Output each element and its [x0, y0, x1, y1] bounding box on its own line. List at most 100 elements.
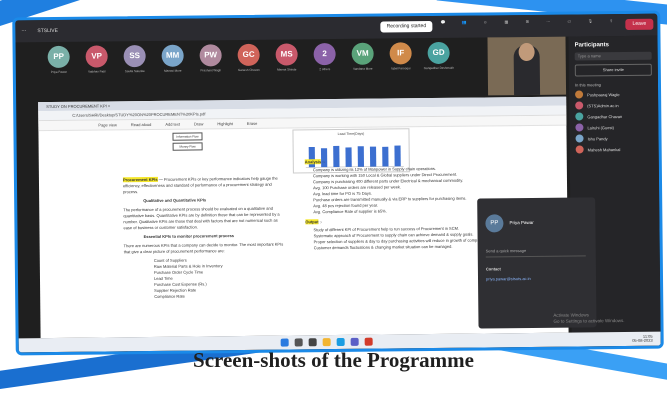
pdf-tool-button[interactable]: Read aloud	[131, 122, 152, 127]
avatar: MS	[275, 43, 298, 66]
pdf-tool-button[interactable]: Highlight	[217, 121, 233, 126]
participant-row[interactable]: Lalruhi (Guest)	[575, 123, 652, 132]
search-icon[interactable]	[294, 338, 303, 347]
avatar: VP	[85, 45, 108, 68]
participant-row-name: Mahesh Mahankal	[587, 146, 621, 152]
flow-box: Money Flow	[172, 142, 203, 151]
avatar: 2	[313, 43, 336, 66]
clock-date: 05-08-2023	[632, 337, 653, 343]
kpi-heading: Procurement KPIs	[122, 176, 158, 183]
watermark-line: Go to Settings to activate Windows.	[553, 318, 625, 324]
share-invite-button[interactable]: Share invite	[574, 63, 652, 77]
paragraph: There are numerous KPIs that a company c…	[123, 241, 284, 255]
panel-title: Participants	[574, 42, 609, 49]
participant-tile[interactable]: PW Prashant Wagh	[196, 44, 226, 72]
right-column: Analysis :- Company is utilizing its 12%…	[304, 157, 507, 329]
participant-name: Savita Salunke	[124, 69, 145, 74]
contact-name: Priya Pawar	[509, 219, 534, 226]
participant-tile[interactable]: PP Priya Pawar	[44, 45, 74, 75]
participant-name: Priya Pawar	[50, 69, 67, 75]
participant-row[interactable]: Mahesh Mahankal	[575, 145, 653, 154]
participant-search-input[interactable]: Type a name	[574, 51, 652, 61]
participant-tile[interactable]: IF Iqbal Farooqui	[386, 42, 416, 70]
analysis-heading: Analysis	[304, 159, 322, 165]
participant-tile[interactable]: GC Ganesh Chavan	[234, 43, 264, 73]
edge-icon[interactable]	[336, 337, 345, 347]
output-list: Study of different KPI of Procurement he…	[305, 225, 505, 251]
pdf-tool-button[interactable]: Add text	[165, 122, 180, 127]
people-icon[interactable]: 👥	[458, 20, 470, 34]
participant-row[interactable]: Pushpaaraj Wagle	[575, 90, 652, 99]
quick-message-input[interactable]: Send a quick message	[485, 247, 586, 258]
activate-windows-watermark: Activate Windows Go to Settings to activ…	[553, 312, 624, 325]
mic-icon[interactable]: 🎙	[584, 18, 596, 32]
avatar: PP	[47, 45, 70, 69]
participant-avatar	[575, 112, 584, 121]
pdf-tool-button[interactable]: Erase	[247, 121, 258, 126]
leave-button[interactable]: Leave	[625, 18, 654, 30]
pdf-icon[interactable]	[364, 337, 373, 346]
caption: Screen-shots of the Programme	[193, 348, 474, 372]
flow-diagram: Information Flow Money Flow	[172, 130, 203, 152]
participant-tile[interactable]: VM Vandana More	[348, 42, 378, 71]
participant-name: Vandana More	[353, 66, 373, 71]
presenter-video	[487, 36, 567, 96]
flow-box: Information Flow	[172, 132, 203, 141]
participant-tile[interactable]: MM Manasi More	[158, 44, 188, 73]
participant-avatar	[575, 123, 584, 132]
participant-name: Prashant Wagh	[200, 68, 222, 73]
participant-tile[interactable]: 22 others	[310, 43, 340, 71]
participant-name: Ganesh Chavan	[237, 67, 260, 73]
participant-name: Manasi More	[164, 68, 182, 73]
recording-button[interactable]: Recording started	[380, 21, 433, 33]
participant-row-name: Ishu Pandy	[587, 135, 608, 141]
list-item: Compliance Rate	[154, 293, 185, 299]
panel-section-label: In this meeting	[574, 82, 602, 88]
screenshot: ⋯ STSLIVE Recording started 💬 👥 ☺ ▦ ⊞ ⋯ …	[12, 10, 664, 356]
pdf-tool-button[interactable]: Draw	[194, 121, 203, 126]
participant-row-name: Lalruhi (Guest)	[587, 124, 614, 130]
avatar: IF	[389, 42, 412, 65]
participant-tile[interactable]: MS Meena Shinde	[272, 43, 302, 72]
participant-tile[interactable]: GD Gangadhar Deshmukh	[423, 41, 454, 71]
participant-row[interactable]: Gangadhar Chavan	[575, 112, 652, 121]
meeting-toolbar: 💬 👥 ☺ ▦ ⊞ ⋯ ▭ 🎙 ⇪	[437, 18, 617, 34]
participant-avatar	[575, 101, 584, 110]
contact-email-link[interactable]: priya.pawar@stsuts.ac.in	[486, 276, 531, 281]
participant-name: Gangadhar Deshmukh	[423, 65, 454, 71]
camera-icon[interactable]: ▭	[563, 19, 575, 33]
contact-avatar: PP	[485, 214, 504, 233]
avatar: VM	[351, 42, 374, 65]
output-heading: Output	[305, 219, 319, 225]
participant-row-name: Pushpaaraj Wagle	[587, 91, 620, 97]
participant-name: Meena Shinde	[277, 67, 297, 72]
kpi-list: Count of Suppliers Raw Material Parts & H…	[124, 257, 284, 301]
task-view-icon[interactable]	[308, 338, 317, 347]
react-icon[interactable]: ☺	[479, 19, 491, 33]
participant-avatar	[575, 134, 584, 143]
apps-icon[interactable]: ⊞	[521, 19, 533, 33]
avatar: PW	[199, 44, 222, 67]
share-icon[interactable]: ⇪	[605, 18, 617, 32]
subheading: Qualitative and Quantitative KPIs	[143, 197, 207, 204]
participant-row-name: Gangadhar Chavan	[587, 113, 623, 119]
more-options-icon[interactable]: ⋯	[21, 28, 27, 34]
participant-tile[interactable]: SS Savita Salunke	[120, 45, 150, 73]
subheading: Essential KPIs to monitor procurement pr…	[143, 233, 235, 240]
participant-row[interactable]: (STS)Admin.ac.in	[575, 101, 652, 110]
presenter-head	[518, 42, 535, 62]
participant-list: Pushpaaraj Wagle (STS)Admin.ac.in Gangadha…	[569, 90, 659, 154]
more-icon[interactable]: ⋯	[542, 19, 554, 33]
participant-tile[interactable]: VP Vaibhav Patil	[82, 45, 112, 74]
contact-card-popup: PP Priya Pawar Send a quick message Cont…	[477, 197, 597, 329]
pdf-tool-button[interactable]: Page view	[98, 122, 117, 127]
participant-avatar	[575, 90, 584, 99]
teams-icon[interactable]	[350, 337, 359, 346]
left-column: Procurement KPIs — Procurement KPIs or k…	[122, 176, 284, 301]
rooms-icon[interactable]: ▦	[500, 19, 512, 33]
start-icon[interactable]	[280, 338, 289, 347]
chat-icon[interactable]: 💬	[437, 20, 449, 34]
file-explorer-icon[interactable]	[322, 338, 331, 347]
participant-row[interactable]: Ishu Pandy	[575, 134, 653, 143]
analysis-list: Company is utilizing its 12% of Manpower…	[305, 165, 505, 215]
